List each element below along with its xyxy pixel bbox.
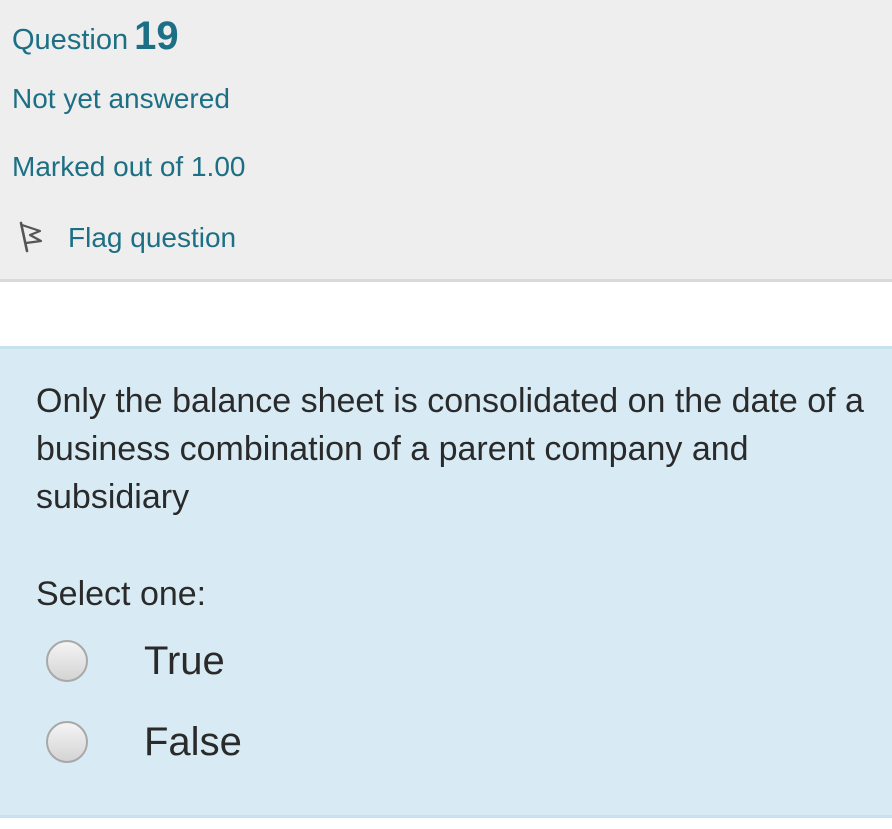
- question-text: Only the balance sheet is consolidated o…: [36, 382, 864, 516]
- question-info-panel: Question 19 Not yet answered Marked out o…: [0, 0, 892, 282]
- flag-question-button[interactable]: Flag question: [14, 218, 236, 258]
- answer-option-true[interactable]: True: [46, 636, 225, 686]
- question-state: Not yet answered: [12, 83, 230, 114]
- answer-label-true[interactable]: True: [144, 639, 225, 684]
- flag-question-label: Flag question: [68, 222, 237, 253]
- question-content-panel: Only the balance sheet is consolidated o…: [0, 346, 892, 818]
- radio-button-true[interactable]: [46, 640, 88, 682]
- question-number-heading: Question 19: [12, 14, 179, 59]
- answer-label-false[interactable]: False: [144, 720, 242, 765]
- radio-button-false[interactable]: [46, 721, 88, 763]
- flag-icon: [14, 217, 50, 260]
- question-grade: Marked out of 1.00: [12, 151, 246, 182]
- question-word: Question: [12, 24, 129, 56]
- select-one-prompt: Select one:: [36, 575, 207, 613]
- question-number: 19: [134, 14, 179, 58]
- answer-option-false[interactable]: False: [46, 717, 242, 767]
